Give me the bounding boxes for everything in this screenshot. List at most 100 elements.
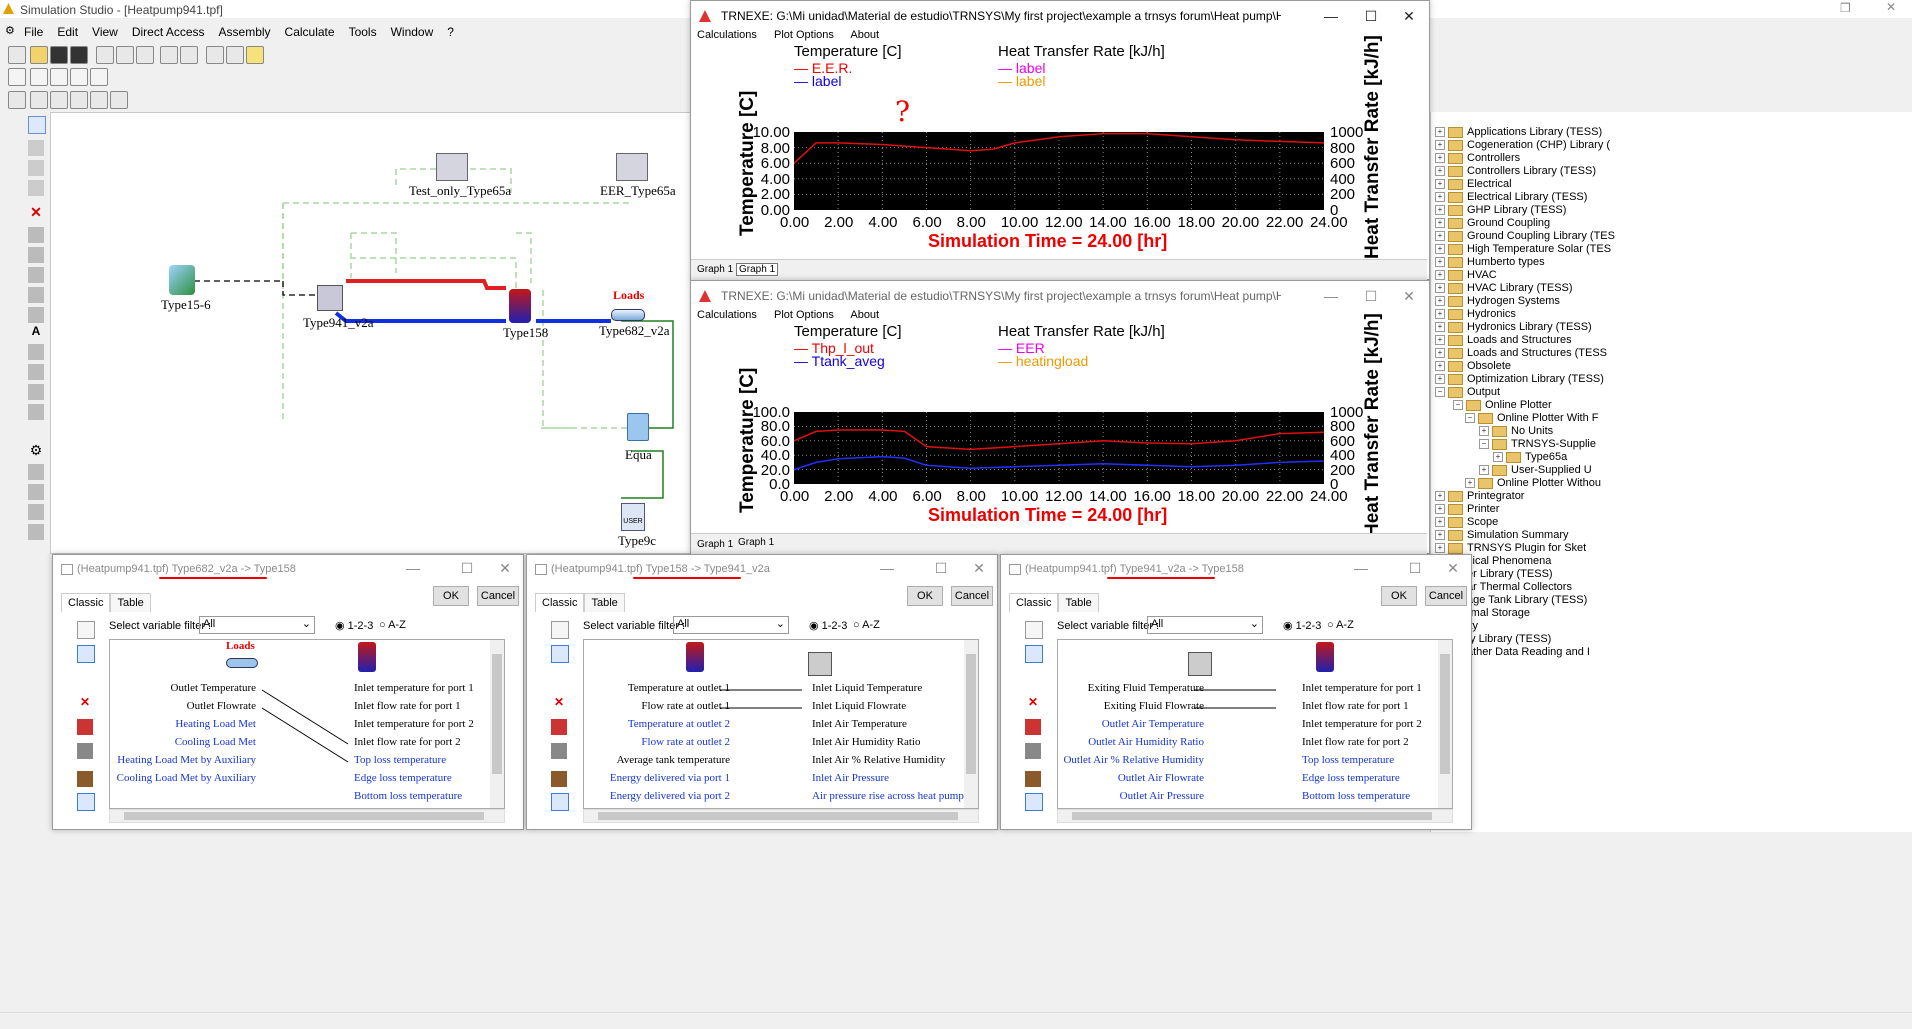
- expand-icon[interactable]: +: [1435, 543, 1445, 554]
- dialog-minimize-button[interactable]: —: [1341, 556, 1381, 580]
- dialog-minimize-button[interactable]: —: [393, 556, 433, 580]
- tree-item[interactable]: − Online Plotter With F: [1465, 412, 1598, 424]
- expand-icon[interactable]: +: [1435, 322, 1445, 333]
- scrollbar-thumb[interactable]: [966, 654, 976, 774]
- tab-table[interactable]: Table: [584, 593, 625, 612]
- plot2-close-button[interactable]: ✕: [1389, 284, 1429, 308]
- tree-item[interactable]: + Loads and Structures (TESS: [1435, 347, 1607, 359]
- expand-icon[interactable]: +: [1435, 517, 1445, 528]
- tree-item[interactable]: + Hydrogen Systems: [1435, 295, 1560, 307]
- expand-icon[interactable]: +: [1435, 153, 1445, 164]
- dialog-close-button[interactable]: ✕: [485, 556, 525, 580]
- expand-icon[interactable]: +: [1435, 348, 1445, 359]
- wand-icon[interactable]: [28, 464, 44, 480]
- app-menu-icon[interactable]: ⚙: [5, 24, 15, 37]
- align-2-icon[interactable]: [30, 68, 48, 86]
- type941-heatpump-icon[interactable]: [317, 285, 343, 311]
- connect-tool-icon[interactable]: [551, 645, 569, 663]
- tree-item[interactable]: + No Units: [1479, 425, 1553, 437]
- tree-item[interactable]: + Scope: [1435, 516, 1498, 528]
- plot2-tab-1[interactable]: Graph 1: [697, 539, 733, 550]
- expand-icon[interactable]: +: [1465, 478, 1475, 489]
- plot2-plot-area[interactable]: [793, 412, 1325, 484]
- pointer-tool-icon[interactable]: [28, 116, 46, 134]
- expand-icon[interactable]: +: [1479, 426, 1489, 437]
- expand-icon[interactable]: +: [1435, 179, 1445, 190]
- plot2-tab-2[interactable]: Graph 1: [736, 537, 776, 548]
- link-path-icon[interactable]: [1025, 793, 1043, 811]
- plot2-maximize-button[interactable]: ☐: [1351, 284, 1391, 308]
- link-path-icon[interactable]: [551, 793, 569, 811]
- plot1-menu-about[interactable]: About: [850, 29, 879, 41]
- type9c-user-icon[interactable]: USER: [621, 503, 645, 531]
- radio-az[interactable]: ○ A-Z: [853, 619, 880, 631]
- tab-table[interactable]: Table: [110, 593, 151, 612]
- brush-icon[interactable]: [1025, 771, 1041, 787]
- filter-select[interactable]: All ⌄: [1147, 616, 1263, 634]
- assembly-canvas[interactable]: Type15-6 Type941_v2a Type158 Loads Type6…: [50, 112, 692, 554]
- tree-item[interactable]: + Online Plotter Withou: [1465, 477, 1601, 489]
- delete-all-icon[interactable]: [77, 719, 93, 735]
- menu-item-calculate[interactable]: Calculate: [285, 25, 335, 39]
- delete-icon[interactable]: ✕: [28, 204, 44, 220]
- expand-icon[interactable]: +: [1435, 166, 1445, 177]
- radio-123[interactable]: ◉ 1-2-3: [1283, 619, 1321, 632]
- eer-plotter-icon[interactable]: [616, 153, 648, 181]
- dialog-maximize-button[interactable]: ☐: [921, 556, 961, 580]
- cut-icon[interactable]: [96, 46, 114, 64]
- menu-item-window[interactable]: Window: [391, 25, 434, 39]
- tree-item[interactable]: + TRNSYS Plugin for Sket: [1435, 542, 1586, 554]
- radio-123[interactable]: ◉ 1-2-3: [335, 619, 373, 632]
- plot1-close-button[interactable]: ✕: [1389, 4, 1429, 28]
- brush-icon[interactable]: [77, 771, 93, 787]
- dialog-maximize-button[interactable]: ☐: [1395, 556, 1435, 580]
- cancel-button[interactable]: Cancel: [477, 586, 519, 606]
- expand-icon[interactable]: +: [1435, 361, 1445, 372]
- expand-icon[interactable]: +: [1435, 491, 1445, 502]
- filter-select[interactable]: All ⌄: [673, 616, 789, 634]
- tree-item[interactable]: + Loads and Structures: [1435, 334, 1572, 346]
- link-path-icon[interactable]: [77, 793, 95, 811]
- expand-icon[interactable]: +: [1435, 296, 1445, 307]
- expand-icon[interactable]: +: [1493, 452, 1503, 463]
- app-restore-icon[interactable]: ❐: [1840, 1, 1851, 15]
- tree-item[interactable]: + Optimization Library (TESS): [1435, 373, 1604, 385]
- hscroll-thumb[interactable]: [598, 812, 958, 820]
- plot2-menu-about[interactable]: About: [850, 309, 879, 321]
- expand-icon[interactable]: −: [1453, 400, 1463, 411]
- expand-icon[interactable]: +: [1435, 530, 1445, 541]
- tab-classic[interactable]: Classic: [61, 593, 111, 612]
- radio-az[interactable]: ○ A-Z: [1327, 619, 1354, 631]
- tree-item[interactable]: + Controllers Library (TESS): [1435, 165, 1596, 177]
- plot1-tab-2[interactable]: Graph 1: [736, 263, 779, 276]
- link-4-icon[interactable]: [28, 287, 44, 303]
- cancel-button[interactable]: Cancel: [1425, 586, 1467, 606]
- menu-item-direct-access[interactable]: Direct Access: [132, 25, 205, 39]
- layout-6-icon[interactable]: [110, 91, 128, 109]
- scrollbar-thumb[interactable]: [1440, 654, 1450, 774]
- expand-icon[interactable]: +: [1435, 257, 1445, 268]
- text-tool-icon[interactable]: A: [28, 324, 44, 340]
- expand-icon[interactable]: +: [1435, 140, 1445, 151]
- connect-tool-icon[interactable]: [1025, 645, 1043, 663]
- tree-item[interactable]: − TRNSYS-Supplie: [1479, 438, 1596, 450]
- plot2-menu-calculations[interactable]: Calculations: [697, 309, 757, 321]
- delete-all-icon[interactable]: [551, 719, 567, 735]
- equa-calculator-icon[interactable]: [627, 413, 649, 441]
- expand-icon[interactable]: +: [1435, 231, 1445, 242]
- expand-icon[interactable]: +: [1435, 374, 1445, 385]
- export-1-icon[interactable]: [28, 504, 44, 520]
- layout-4-icon[interactable]: [70, 91, 88, 109]
- hscroll-thumb[interactable]: [124, 812, 484, 820]
- layout-icon[interactable]: [77, 743, 93, 759]
- horizontal-scrollbar[interactable]: [583, 809, 979, 823]
- tree-item[interactable]: + Simulation Summary: [1435, 529, 1568, 541]
- paste-icon[interactable]: [136, 46, 154, 64]
- brush-icon[interactable]: [551, 771, 567, 787]
- expand-icon[interactable]: +: [1435, 309, 1445, 320]
- tree-item[interactable]: + HVAC: [1435, 269, 1497, 281]
- expand-icon[interactable]: +: [1435, 504, 1445, 515]
- link-1-icon[interactable]: [28, 227, 44, 243]
- dialog-close-button[interactable]: ✕: [1433, 556, 1473, 580]
- align-3-icon[interactable]: [50, 68, 68, 86]
